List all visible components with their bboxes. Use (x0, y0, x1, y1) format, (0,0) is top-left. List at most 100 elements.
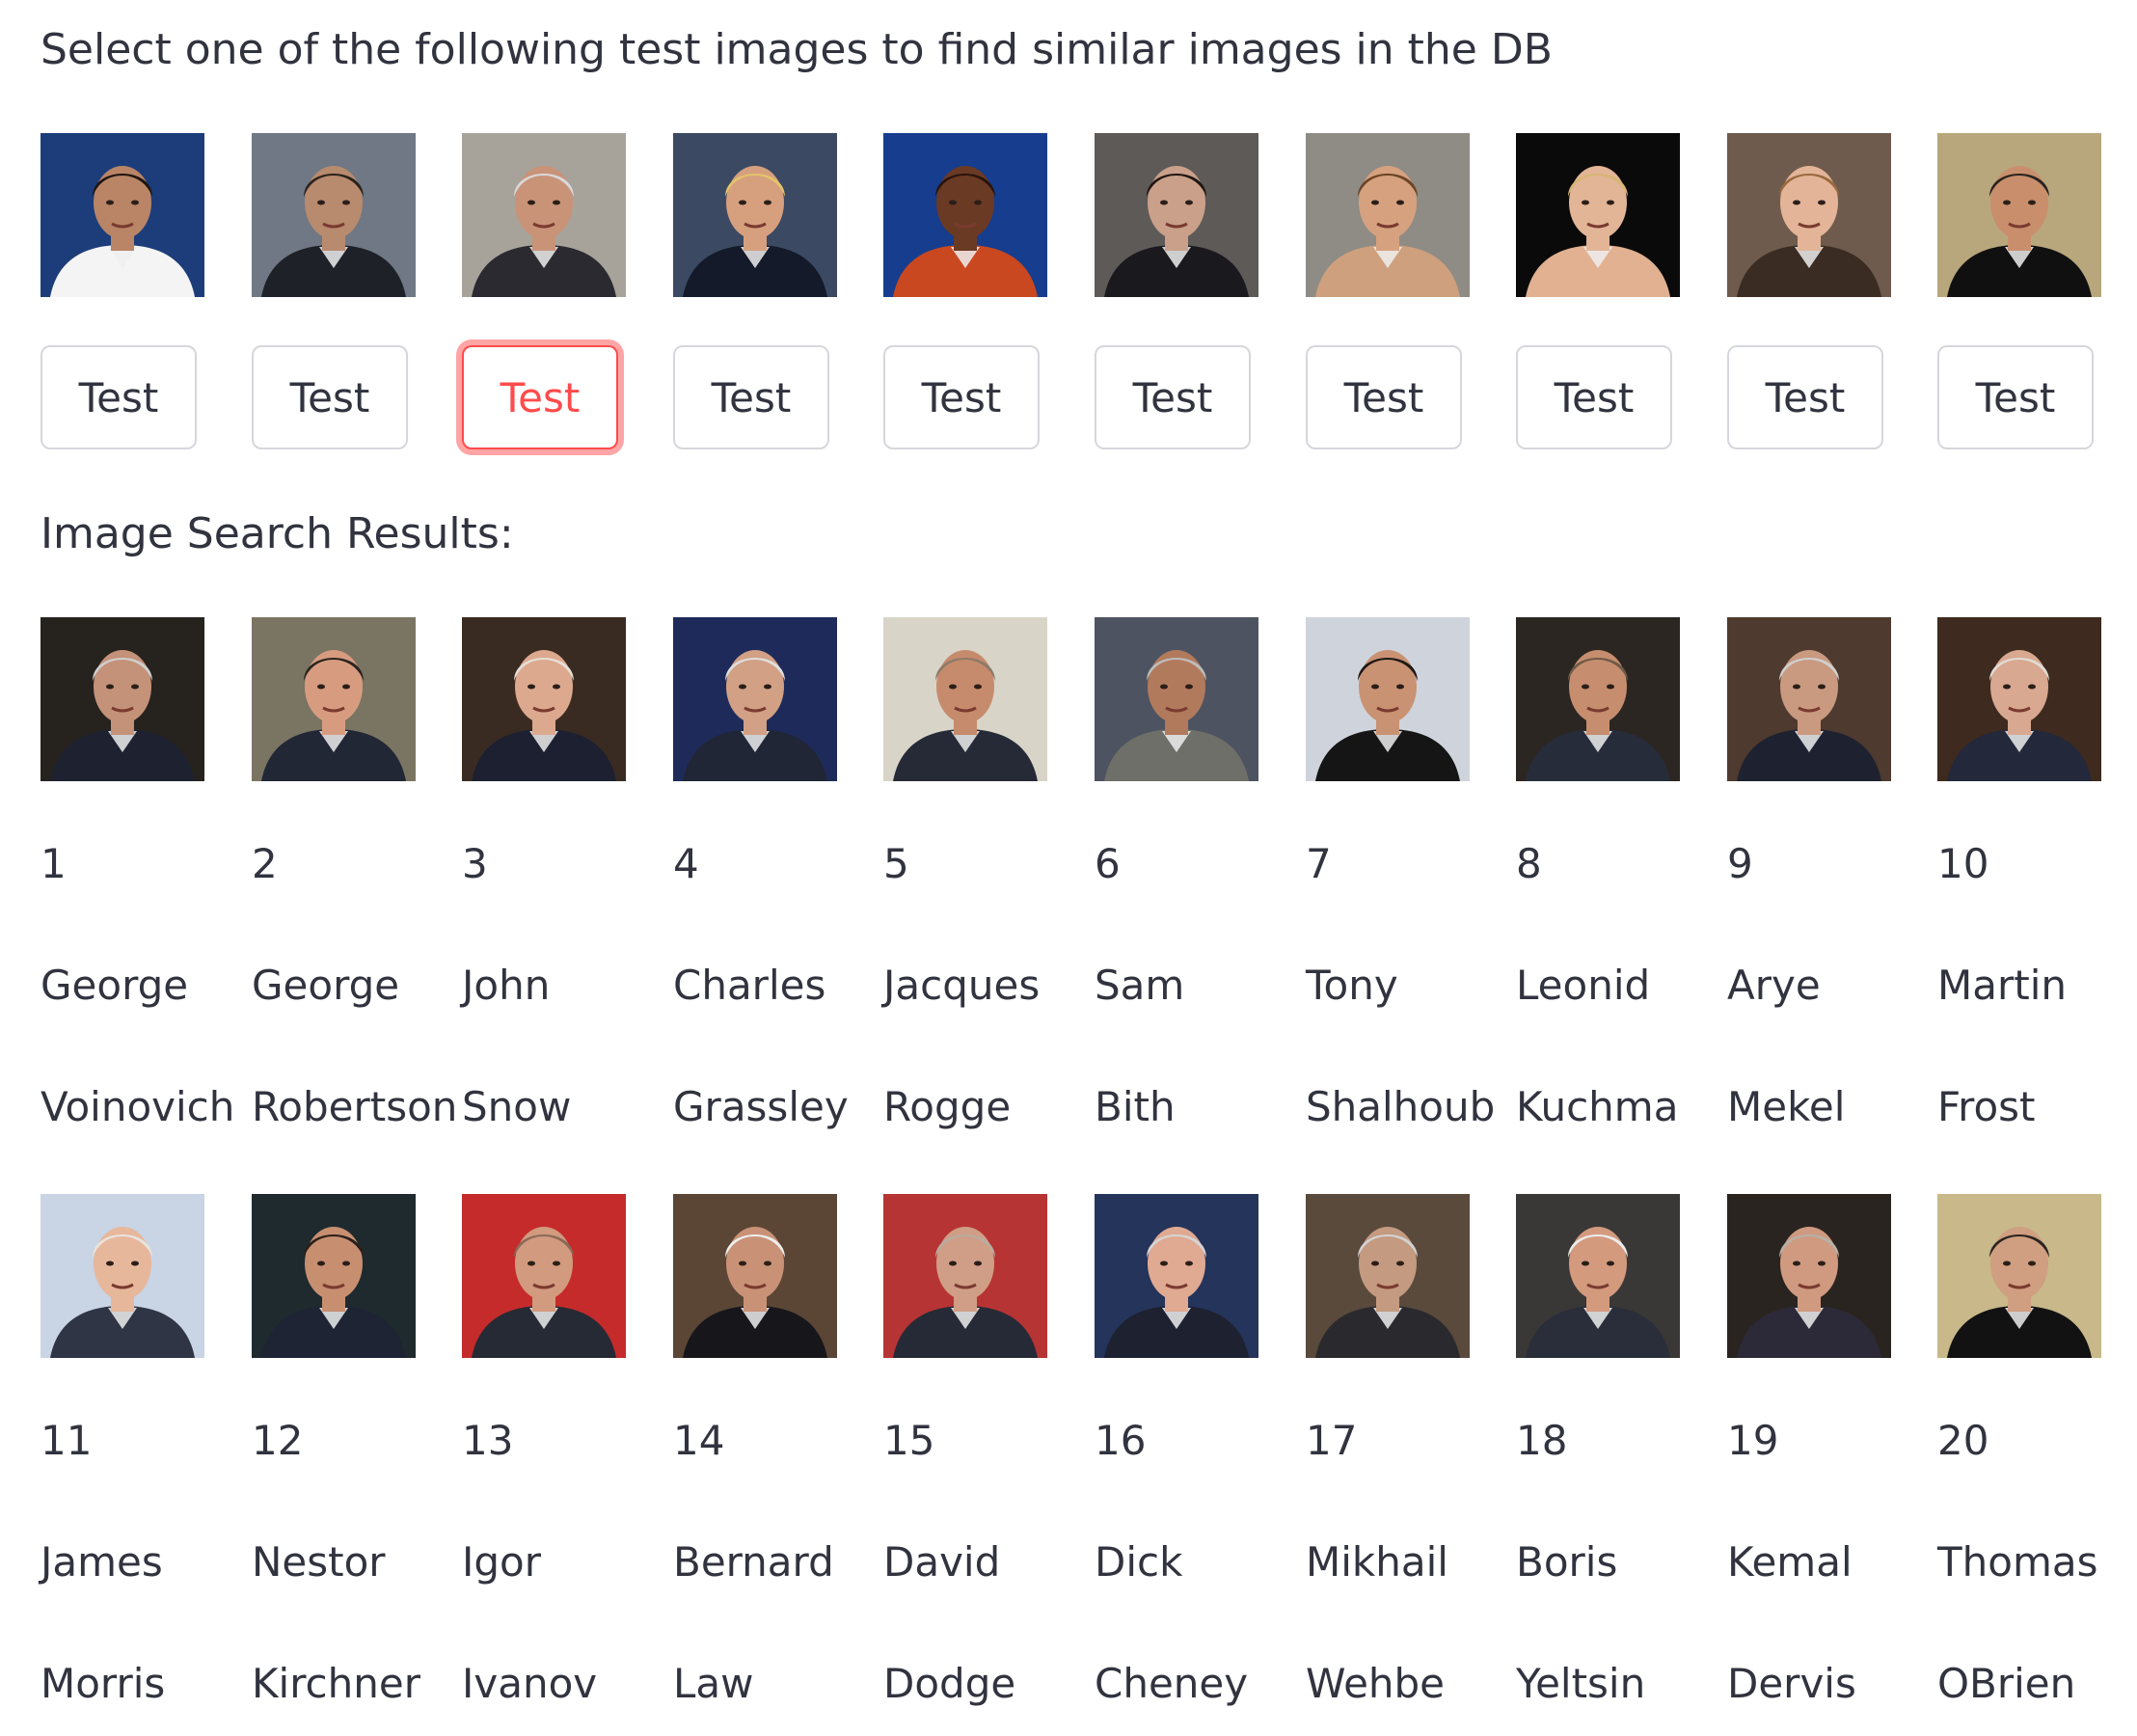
test-button[interactable]: Test (1306, 345, 1462, 449)
results-heading: Image Search Results: (41, 509, 514, 558)
test-button[interactable]: Test (1937, 345, 2094, 449)
test-image-thumbnail (41, 133, 204, 297)
result-first-name: Mikhail (1306, 1538, 1448, 1586)
result-last-name: Cheney (1095, 1660, 1249, 1707)
result-rank: 17 (1306, 1417, 1358, 1464)
result-rank: 14 (673, 1417, 725, 1464)
result-rank: 12 (252, 1417, 304, 1464)
test-button[interactable]: Test (883, 345, 1040, 449)
test-button[interactable]: Test (673, 345, 829, 449)
result-rank: 11 (41, 1417, 93, 1464)
result-first-name: Charles (673, 962, 826, 1009)
result-last-name: Mekel (1727, 1083, 1846, 1130)
result-thumbnail (252, 1194, 416, 1358)
test-button[interactable]: Test (252, 345, 408, 449)
result-first-name: Arye (1727, 962, 1821, 1009)
test-image-thumbnail (1306, 133, 1470, 297)
result-first-name: George (41, 962, 189, 1009)
result-thumbnail (1095, 1194, 1258, 1358)
result-last-name: Wehbe (1306, 1660, 1446, 1707)
result-last-name: Kuchma (1516, 1083, 1679, 1130)
result-rank: 16 (1095, 1417, 1147, 1464)
test-button[interactable]: Test (1095, 345, 1251, 449)
result-thumbnail (1306, 617, 1470, 781)
result-first-name: Leonid (1516, 962, 1651, 1009)
result-first-name: George (252, 962, 400, 1009)
result-first-name: Martin (1937, 962, 2067, 1009)
result-last-name: Kirchner (252, 1660, 420, 1707)
result-last-name: Frost (1937, 1083, 2036, 1130)
result-last-name: Bith (1095, 1083, 1176, 1130)
result-first-name: Dick (1095, 1538, 1183, 1586)
result-first-name: Tony (1306, 962, 1398, 1009)
result-rank: 15 (883, 1417, 935, 1464)
result-last-name: Robertson (252, 1083, 458, 1130)
test-image-thumbnail (1095, 133, 1258, 297)
result-rank: 1 (41, 840, 67, 887)
result-rank: 2 (252, 840, 278, 887)
result-thumbnail (1937, 1194, 2101, 1358)
result-thumbnail (1095, 617, 1258, 781)
result-last-name: Voinovich (41, 1083, 235, 1130)
result-first-name: Thomas (1937, 1538, 2098, 1586)
result-last-name: Yeltsin (1516, 1660, 1646, 1707)
result-last-name: Law (673, 1660, 754, 1707)
result-rank: 7 (1306, 840, 1332, 887)
result-rank: 3 (462, 840, 488, 887)
result-last-name: Rogge (883, 1083, 1012, 1130)
result-first-name: David (883, 1538, 1001, 1586)
test-image-thumbnail (1937, 133, 2101, 297)
result-rank: 18 (1516, 1417, 1568, 1464)
result-rank: 8 (1516, 840, 1542, 887)
result-first-name: Sam (1095, 962, 1185, 1009)
instruction-text: Select one of the following test images … (41, 25, 1553, 74)
test-image-thumbnail (462, 133, 626, 297)
result-thumbnail (1937, 617, 2101, 781)
result-rank: 19 (1727, 1417, 1779, 1464)
result-thumbnail (1516, 1194, 1680, 1358)
result-rank: 6 (1095, 840, 1121, 887)
test-image-thumbnail (1727, 133, 1891, 297)
result-rank: 10 (1937, 840, 1989, 887)
result-thumbnail (673, 617, 837, 781)
result-thumbnail (1727, 1194, 1891, 1358)
result-first-name: James (41, 1538, 163, 1586)
result-last-name: Dodge (883, 1660, 1016, 1707)
result-rank: 20 (1937, 1417, 1989, 1464)
result-last-name: OBrien (1937, 1660, 2076, 1707)
result-last-name: Grassley (673, 1083, 849, 1130)
result-first-name: Nestor (252, 1538, 386, 1586)
test-image-thumbnail (673, 133, 837, 297)
test-image-thumbnail (1516, 133, 1680, 297)
result-thumbnail (1516, 617, 1680, 781)
result-thumbnail (673, 1194, 837, 1358)
result-first-name: Bernard (673, 1538, 834, 1586)
result-first-name: Kemal (1727, 1538, 1853, 1586)
result-first-name: John (462, 962, 551, 1009)
result-thumbnail (41, 617, 204, 781)
test-button[interactable]: Test (1727, 345, 1883, 449)
result-last-name: Morris (41, 1660, 166, 1707)
test-button[interactable]: Test (41, 345, 197, 449)
result-rank: 4 (673, 840, 699, 887)
result-rank: 5 (883, 840, 909, 887)
result-first-name: Jacques (883, 962, 1041, 1009)
result-thumbnail (252, 617, 416, 781)
test-button[interactable]: Test (1516, 345, 1672, 449)
test-image-thumbnail (252, 133, 416, 297)
result-thumbnail (462, 617, 626, 781)
result-last-name: Dervis (1727, 1660, 1856, 1707)
result-thumbnail (1727, 617, 1891, 781)
result-thumbnail (1306, 1194, 1470, 1358)
result-last-name: Ivanov (462, 1660, 598, 1707)
result-thumbnail (883, 617, 1047, 781)
test-image-thumbnail (883, 133, 1047, 297)
result-first-name: Boris (1516, 1538, 1618, 1586)
result-thumbnail (462, 1194, 626, 1358)
result-last-name: Snow (462, 1083, 572, 1130)
result-thumbnail (41, 1194, 204, 1358)
result-rank: 9 (1727, 840, 1753, 887)
result-thumbnail (883, 1194, 1047, 1358)
test-button[interactable]: Test (462, 345, 618, 449)
result-last-name: Shalhoub (1306, 1083, 1496, 1130)
